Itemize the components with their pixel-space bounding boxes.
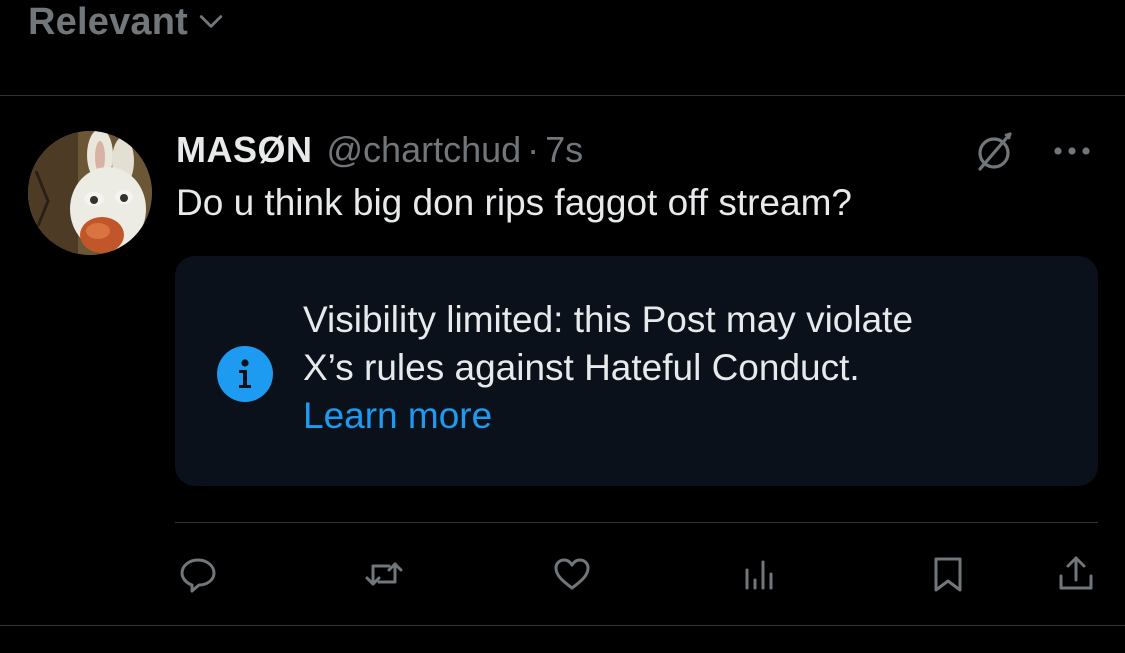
separator-dot: · xyxy=(527,129,540,170)
learn-more-link[interactable]: Learn more xyxy=(303,392,492,440)
repost-icon xyxy=(365,562,403,586)
actions-divider xyxy=(175,522,1098,523)
info-icon xyxy=(217,346,273,402)
repost-button[interactable] xyxy=(362,552,406,596)
display-name[interactable]: MASØN xyxy=(176,129,313,171)
reply-icon xyxy=(180,558,216,593)
notice-text: Visibility limited: this Post may violat… xyxy=(303,296,1083,440)
timestamp[interactable]: 7s xyxy=(545,129,583,171)
bookmark-icon xyxy=(934,557,962,592)
user-handle[interactable]: @chartchud xyxy=(327,129,522,171)
bookmark-button[interactable] xyxy=(926,552,970,596)
share-button[interactable] xyxy=(1054,552,1098,596)
share-icon xyxy=(1059,556,1093,590)
like-button[interactable] xyxy=(550,552,594,596)
notice-line-1: Visibility limited: this Post may violat… xyxy=(303,299,914,340)
views-button[interactable] xyxy=(738,552,782,596)
avatar[interactable] xyxy=(28,131,152,255)
limited-visibility-icon[interactable] xyxy=(970,126,1020,176)
notice-line-2: X’s rules against Hateful Conduct. xyxy=(303,347,860,388)
header-divider xyxy=(0,95,1125,96)
bottom-divider xyxy=(0,625,1125,626)
more-options-icon[interactable] xyxy=(1048,133,1096,169)
heart-icon xyxy=(554,558,590,590)
analytics-icon xyxy=(745,560,773,590)
sort-dropdown[interactable]: Relevant xyxy=(28,0,224,44)
sort-label: Relevant xyxy=(28,0,189,43)
chevron-down-icon xyxy=(199,15,223,28)
tweet-text: Do u think big don rips faggot off strea… xyxy=(176,182,852,223)
tweet-header: MASØN @chartchud · 7s xyxy=(176,127,583,173)
visibility-notice: Visibility limited: this Post may violat… xyxy=(175,256,1098,486)
reply-button[interactable] xyxy=(176,552,220,596)
